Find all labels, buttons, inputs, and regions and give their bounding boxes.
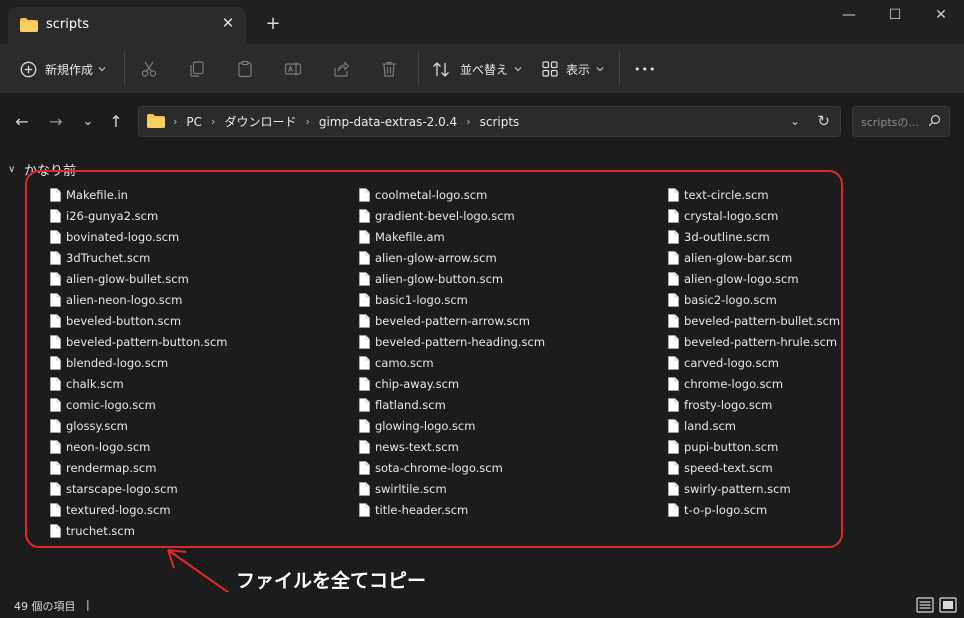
recent-locations-button[interactable]: ⌄: [78, 112, 98, 132]
close-window-button[interactable]: ✕: [918, 6, 964, 26]
breadcrumb-pc[interactable]: PC: [186, 115, 202, 129]
status-bar: 49 個の項目 |: [0, 592, 964, 618]
breadcrumb-gimp-data-extras[interactable]: gimp-data-extras-2.0.4: [319, 115, 457, 129]
clipboard-icon: [238, 60, 252, 78]
share-button[interactable]: [332, 56, 350, 82]
tab-scripts[interactable]: scripts ✕: [8, 7, 246, 44]
chevron-right-icon[interactable]: ›: [466, 115, 470, 128]
chevron-down-icon: [596, 67, 604, 72]
toolbar-separator: [418, 52, 419, 86]
maximize-button[interactable]: ☐: [872, 6, 918, 26]
breadcrumb: › PC › ダウンロード › gimp-data-extras-2.0.4 ›…: [173, 107, 519, 136]
rename-button[interactable]: [284, 56, 302, 82]
chevron-down-icon: [98, 67, 106, 72]
chevron-down-icon: [514, 67, 522, 72]
address-dropdown-icon[interactable]: ⌄: [790, 114, 800, 128]
scissors-icon: [141, 61, 157, 77]
paste-button[interactable]: [236, 56, 254, 82]
search-input[interactable]: [861, 113, 925, 131]
item-count: 49 個の項目: [14, 600, 76, 613]
sort-icon: [433, 61, 449, 77]
trash-icon: [382, 61, 396, 77]
tab-title: scripts: [46, 17, 89, 32]
view-button[interactable]: 表示: [542, 56, 604, 82]
annotation-label: ファイルを全てコピー: [236, 570, 427, 592]
new-button-label: 新規作成: [45, 62, 94, 77]
folder-icon: [147, 114, 165, 128]
up-button[interactable]: ↑: [106, 112, 126, 132]
annotation-highlight-box: [25, 170, 843, 548]
status-divider: |: [86, 598, 90, 611]
chevron-right-icon[interactable]: ›: [211, 115, 215, 128]
new-tab-button[interactable]: +: [262, 14, 284, 36]
new-button[interactable]: 新規作成: [20, 56, 106, 82]
search-box[interactable]: [852, 106, 950, 137]
forward-button[interactable]: →: [46, 112, 66, 132]
grid-view-icon: [542, 61, 558, 77]
breadcrumb-scripts[interactable]: scripts: [480, 115, 520, 129]
navigation-bar: ← → ⌄ ↑ › PC › ダウンロード › gimp-data-extras…: [0, 95, 964, 149]
more-options-button[interactable]: •••: [634, 56, 656, 82]
plus-circle-icon: [20, 61, 37, 77]
breadcrumb-downloads[interactable]: ダウンロード: [224, 113, 296, 130]
minimize-button[interactable]: —: [826, 6, 872, 26]
refresh-icon[interactable]: ↻: [817, 112, 830, 130]
folder-icon: [20, 18, 38, 32]
copy-button[interactable]: [188, 56, 206, 82]
tab-close-icon[interactable]: ✕: [220, 15, 236, 31]
chevron-right-icon[interactable]: ›: [305, 115, 309, 128]
view-button-label: 表示: [566, 62, 591, 77]
toolbar-separator: [619, 52, 620, 86]
details-view-icon[interactable]: [916, 597, 934, 613]
sort-button[interactable]: 並べ替え: [432, 56, 522, 82]
rename-icon: [284, 62, 302, 76]
delete-button[interactable]: [380, 56, 398, 82]
sort-button-label: 並べ替え: [460, 62, 509, 77]
share-icon: [334, 61, 350, 77]
large-icons-view-icon[interactable]: [939, 597, 957, 613]
command-bar: 新規作成 並べ替え 表示 •••: [0, 44, 964, 94]
copy-icon: [190, 61, 204, 77]
chevron-down-icon: ∨: [8, 164, 16, 175]
search-icon: [928, 114, 941, 127]
title-bar: scripts ✕ + — ☐ ✕: [0, 0, 964, 44]
toolbar-separator: [124, 52, 125, 86]
chevron-right-icon[interactable]: ›: [173, 115, 177, 128]
address-bar[interactable]: › PC › ダウンロード › gimp-data-extras-2.0.4 ›…: [138, 106, 841, 137]
back-button[interactable]: ←: [12, 112, 32, 132]
cut-button[interactable]: [140, 56, 158, 82]
